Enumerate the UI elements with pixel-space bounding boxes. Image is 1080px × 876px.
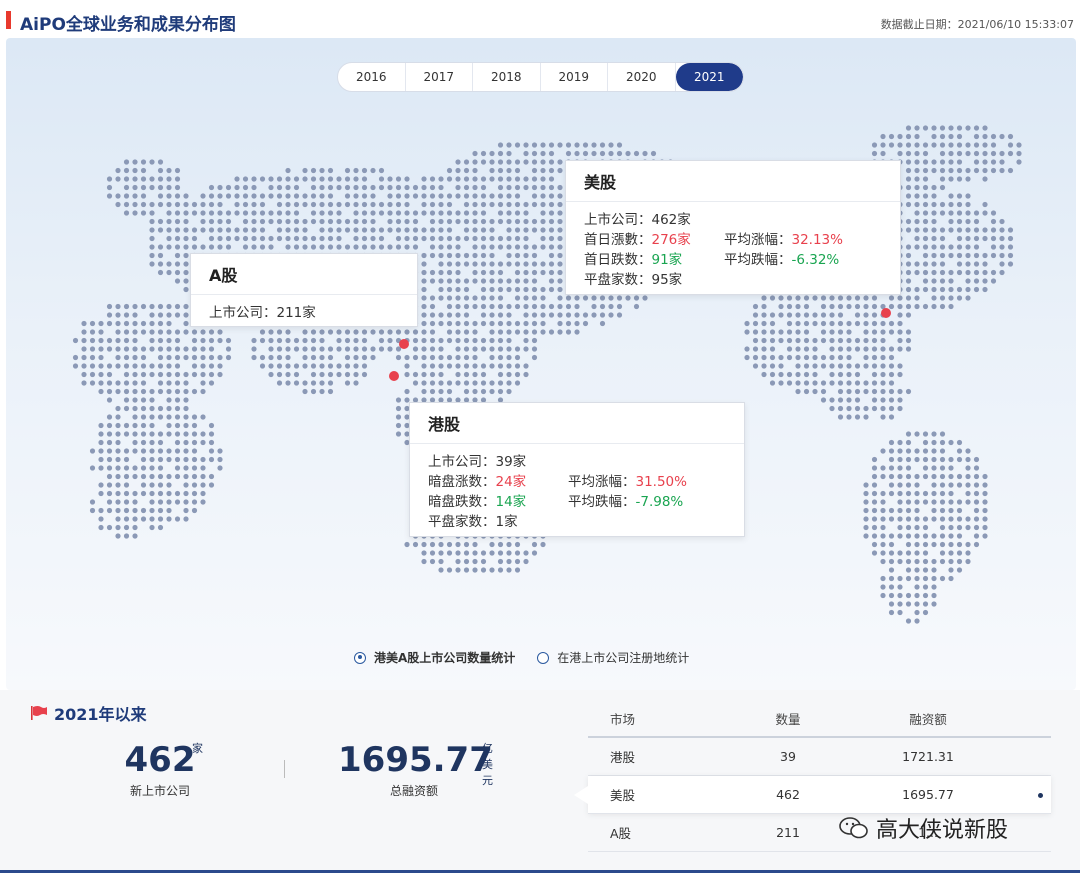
data-cutoff-date: 数据截止日期：2021/06/10 15:33:07 <box>880 18 1074 31</box>
selected-row-pointer <box>574 786 588 804</box>
up-label: 暗盘涨数： <box>428 474 496 490</box>
since-title-text: 2021年以来 <box>54 705 147 724</box>
stat-mode-radio-group: 港美A股上市公司数量统计 在港上市公司注册地统计 <box>354 649 689 666</box>
down-label: 暗盘跌数： <box>428 494 496 510</box>
listed-count: 上市公司：462家 <box>584 212 691 228</box>
listed-count: 上市公司：211家 <box>209 305 316 321</box>
stat-divider <box>284 760 285 778</box>
cell-count: 39 <box>780 749 796 764</box>
a-share-card: A股 上市公司：211家 <box>190 253 418 327</box>
header-count: 数量 <box>775 711 801 727</box>
header-amount: 融资额 <box>909 711 947 727</box>
table-header: 市场 数量 融资额 <box>588 700 1051 738</box>
us-marker[interactable] <box>881 308 891 318</box>
title-accent-bar <box>6 11 11 29</box>
avg-down-value: -7.98% <box>635 494 684 510</box>
year-tab-2020[interactable]: 2020 <box>608 63 676 91</box>
total-financing-value: 1695.77 <box>338 740 493 780</box>
new-listings-unit: 家 <box>192 742 203 755</box>
avg-down-value: -6.32% <box>791 252 840 268</box>
table-row-us-selected[interactable]: 美股 462 1695.77 <box>574 776 1051 814</box>
avg-down-label: 平均跌幅： <box>724 252 792 268</box>
wechat-icon <box>839 817 868 839</box>
cell-count: 462 <box>776 787 800 802</box>
radio-label: 港美A股上市公司数量统计 <box>374 651 516 665</box>
year-tab-2018[interactable]: 2018 <box>473 63 541 91</box>
cell-market: 美股 <box>610 788 636 803</box>
bottom-border <box>0 870 1080 873</box>
cell-amount: 1721.31 <box>902 749 954 764</box>
radio-registration-location[interactable]: 在港上市公司注册地统计 <box>537 649 689 666</box>
hk-marker[interactable] <box>389 371 399 381</box>
down-value: 14家 <box>495 494 527 510</box>
a-share-marker-beijing[interactable] <box>399 339 409 349</box>
dotted-world-map <box>72 125 1022 624</box>
down-label: 首日跌数： <box>584 252 652 268</box>
year-tab-2016[interactable]: 2016 <box>338 63 406 91</box>
cell-market: A股 <box>610 826 632 841</box>
radio-checked-icon <box>354 651 366 664</box>
flat-count: 平盘家数：95家 <box>584 272 683 288</box>
avg-down-label: 平均跌幅： <box>568 494 636 510</box>
cell-market: 港股 <box>610 750 636 765</box>
card-title: 港股 <box>410 403 744 444</box>
year-tab-2021[interactable]: 2021 <box>675 63 743 91</box>
flat-count: 平盘家数：1家 <box>428 514 518 530</box>
avg-up-value: 31.50% <box>635 474 687 490</box>
radio-unchecked-icon <box>537 651 550 664</box>
up-value: 24家 <box>495 474 527 490</box>
cell-count: 211 <box>776 825 800 840</box>
us-stock-card: 美股 上市公司：462家 首日漲數：276家 平均涨幅：32.13% 首日跌数：… <box>565 160 901 295</box>
avg-up-label: 平均涨幅： <box>724 232 792 248</box>
world-map-panel: 2016 2017 2018 2019 2020 2021 A股 上市公司：21… <box>6 38 1076 690</box>
since-title: 2021年以来 <box>30 701 147 725</box>
header-market: 市场 <box>610 711 636 727</box>
watermark: 高大侠说新股 <box>838 812 1008 844</box>
table-row-hk[interactable]: 港股 39 1721.31 <box>588 738 1051 776</box>
radio-listed-count[interactable]: 港美A股上市公司数量统计 <box>354 649 515 666</box>
avg-up-value: 32.13% <box>791 232 843 248</box>
new-listings-label: 新上市公司 <box>129 784 190 798</box>
selected-dot-icon <box>1038 793 1043 798</box>
page-header: AiPO全球业务和成果分布图 数据截止日期：2021/06/10 15:33:0… <box>0 0 1080 38</box>
down-value: 91家 <box>651 252 683 268</box>
cell-amount: 1695.77 <box>902 787 954 802</box>
up-label: 首日漲數： <box>584 232 652 248</box>
hk-stock-card: 港股 上市公司：39家 暗盘涨数：24家 平均涨幅：31.50% 暗盘跌数：14… <box>409 402 745 537</box>
total-financing-stat: 1695.77 亿美元 总融资额 <box>338 740 493 799</box>
flag-icon <box>31 706 47 720</box>
card-title: 美股 <box>566 161 900 202</box>
year-tabs: 2016 2017 2018 2019 2020 2021 <box>337 62 744 92</box>
listed-count: 上市公司：39家 <box>428 454 527 470</box>
up-value: 276家 <box>651 232 691 248</box>
watermark-text: 高大侠说新股 <box>876 818 1009 843</box>
card-title: A股 <box>191 254 417 295</box>
avg-up-label: 平均涨幅： <box>568 474 636 490</box>
page-title: AiPO全球业务和成果分布图 <box>20 15 236 35</box>
year-tab-2019[interactable]: 2019 <box>541 63 608 91</box>
total-financing-label: 总融资额 <box>389 784 438 798</box>
radio-label: 在港上市公司注册地统计 <box>557 651 690 665</box>
new-listings-stat: 462 家 新上市公司 <box>100 740 220 799</box>
year-tab-2017[interactable]: 2017 <box>406 63 473 91</box>
total-financing-unit: 亿美元 <box>482 742 493 787</box>
